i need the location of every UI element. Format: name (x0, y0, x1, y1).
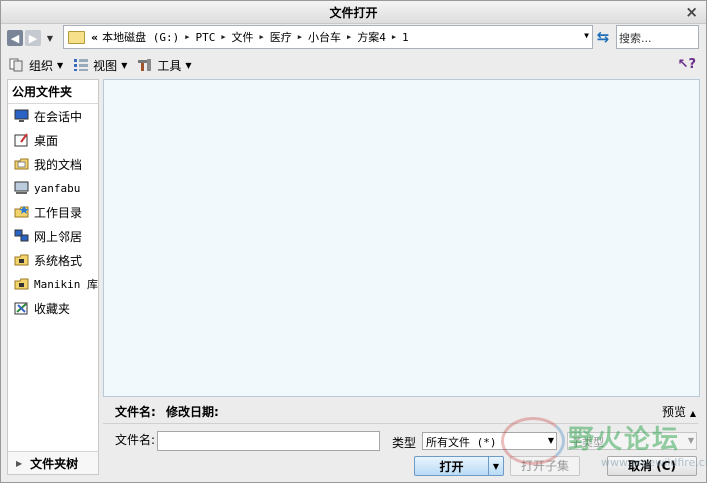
sidebar-item-manikin-library[interactable]: Manikin 库 (8, 272, 98, 296)
sidebar-item-label: yanfabu (34, 181, 81, 195)
tools-icon (138, 59, 152, 71)
breadcrumb-segment[interactable]: 本地磁盘 (G:) (102, 29, 179, 45)
view-label: 视图 (93, 58, 118, 73)
view-menu-button[interactable]: 视图 ▼ (73, 57, 127, 74)
date-modified-column-label: 修改日期: (166, 405, 219, 419)
subtype-value: 子类型 (571, 436, 604, 449)
breadcrumb-arrow-icon[interactable]: ▶ (185, 33, 189, 41)
divider (103, 423, 698, 424)
work-folder-icon (14, 206, 29, 218)
preview-label: 预览 (662, 405, 687, 419)
computer-icon (14, 181, 29, 194)
open-button[interactable]: 打开 ▼ (414, 456, 504, 476)
address-dropdown-icon[interactable]: ▼ (584, 31, 589, 40)
view-list-icon (74, 59, 89, 71)
close-icon[interactable]: × (685, 3, 698, 21)
open-subset-button: 打开子集 (510, 456, 580, 476)
refresh-icon[interactable]: ⇆ (594, 28, 612, 46)
file-type-value: 所有文件 (*) (426, 436, 497, 449)
context-help-icon[interactable]: ↖? (678, 57, 696, 72)
breadcrumb-arrow-icon[interactable]: ▶ (347, 33, 351, 41)
desktop-icon (14, 133, 28, 147)
breadcrumb-segment[interactable]: 方案4 (357, 29, 386, 45)
filename-label: 文件名: (115, 433, 156, 447)
sidebar-item-in-session[interactable]: 在会话中 (8, 104, 98, 128)
breadcrumb-segment[interactable]: 小台车 (308, 29, 341, 45)
sidebar-item-label: 我的文档 (34, 157, 83, 172)
sidebar-item-desktop[interactable]: 桌面 (8, 128, 98, 152)
chevron-down-icon: ▼ (547, 436, 554, 445)
breadcrumb-segment[interactable]: 1 (402, 31, 409, 44)
type-label: 类型 (392, 436, 417, 450)
chevron-down-icon: ▼ (687, 436, 694, 445)
breadcrumb-arrow-icon[interactable]: ▶ (221, 33, 225, 41)
sidebar-item-label: 桌面 (34, 133, 59, 148)
expand-arrow-icon: ▶ (16, 458, 23, 468)
path-overflow-chevron[interactable]: « (91, 31, 98, 44)
open-options-dropdown-icon[interactable]: ▼ (488, 457, 503, 475)
breadcrumb-arrow-icon[interactable]: ▶ (392, 33, 396, 41)
breadcrumb-arrow-icon[interactable]: ▶ (298, 33, 302, 41)
toolbar: 组织 ▼ 视图 ▼ 工具 ▼ ↖? (9, 55, 698, 75)
arrow-left-icon[interactable]: ◀ (7, 30, 23, 46)
sidebar-item-label: 工作目录 (34, 205, 83, 220)
organize-label: 组织 (29, 58, 54, 73)
organize-menu-button[interactable]: 组织 ▼ (9, 57, 63, 74)
chevron-down-icon: ▼ (121, 60, 128, 70)
subtype-select: 子类型 ▼ (567, 432, 697, 450)
file-open-dialog: 文件打开 × ◀ ▶ ▼ « 本地磁盘 (G:) ▶ PTC ▶ 文件 ▶ 医疗 ▶ 小… (0, 0, 707, 483)
chevron-down-icon: ▼ (185, 60, 192, 70)
breadcrumb-segment[interactable]: PTC (195, 31, 215, 44)
folder-icon (68, 30, 85, 44)
sidebar-item-favorites[interactable]: 收藏夹 (8, 296, 98, 320)
breadcrumb-segment[interactable]: 医疗 (270, 29, 292, 45)
address-bar[interactable]: « 本地磁盘 (G:) ▶ PTC ▶ 文件 ▶ 医疗 ▶ 小台车 ▶ 方案4 ▶ 1 ▼ (63, 25, 593, 49)
library-folder-icon (14, 278, 29, 290)
common-folders-header: 公用文件夹 (8, 80, 98, 104)
open-button-label: 打开 (439, 459, 464, 474)
sidebar-item-label: 收藏夹 (34, 301, 71, 316)
navigation-bar: ◀ ▶ ▼ « 本地磁盘 (G:) ▶ PTC ▶ 文件 ▶ 医疗 ▶ 小台车 ▶ 方案4… (7, 25, 700, 51)
sidebar-item-label: 在会话中 (34, 109, 83, 124)
network-icon (14, 229, 29, 242)
cancel-button[interactable]: 取消 (C) (607, 456, 697, 476)
filename-column-label: 文件名: (115, 405, 156, 419)
sidebar-item-system-formats[interactable]: 系统格式 (8, 248, 98, 272)
sidebar-item-label: 系统格式 (34, 253, 83, 268)
arrow-right-icon[interactable]: ▶ (25, 30, 41, 46)
dialog-title: 文件打开 (329, 5, 378, 20)
folder-tree-toggle[interactable]: ▶ 文件夹树 (8, 451, 98, 474)
tools-menu-button[interactable]: 工具 ▼ (137, 57, 192, 74)
search-input[interactable]: 搜索... (616, 25, 699, 49)
favorites-icon (14, 302, 28, 315)
file-list-pane[interactable] (103, 79, 700, 397)
tools-label: 工具 (157, 58, 182, 73)
organize-icon (9, 58, 23, 72)
system-folder-icon (14, 254, 29, 266)
title-bar: 文件打开 × (1, 1, 706, 24)
documents-folder-icon (14, 158, 29, 170)
common-folders-panel: 公用文件夹 在会话中 桌面 我的文档 yanfabu 工作目录 网上邻居 系统格… (7, 79, 99, 475)
chevron-down-icon: ▼ (57, 60, 64, 70)
breadcrumb-arrow-icon[interactable]: ▶ (260, 33, 264, 41)
sidebar-item-my-documents[interactable]: 我的文档 (8, 152, 98, 176)
file-details-bar: 文件名: 修改日期: 预览 ▲ (115, 403, 696, 419)
sidebar-item-yanfabu[interactable]: yanfabu (8, 176, 98, 200)
chevron-up-icon: ▲ (689, 409, 696, 418)
monitor-icon (14, 109, 29, 122)
sidebar-item-label: Manikin 库 (34, 278, 98, 291)
file-type-select[interactable]: 所有文件 (*) ▼ (422, 432, 557, 450)
sidebar-item-network[interactable]: 网上邻居 (8, 224, 98, 248)
folder-tree-label: 文件夹树 (30, 456, 79, 471)
chevron-down-icon[interactable]: ▼ (45, 30, 55, 46)
sidebar-item-working-directory[interactable]: 工作目录 (8, 200, 98, 224)
preview-toggle[interactable]: 预览 ▲ (662, 403, 696, 420)
filename-input[interactable] (157, 431, 380, 451)
sidebar-item-label: 网上邻居 (34, 229, 83, 244)
breadcrumb-segment[interactable]: 文件 (232, 29, 254, 45)
